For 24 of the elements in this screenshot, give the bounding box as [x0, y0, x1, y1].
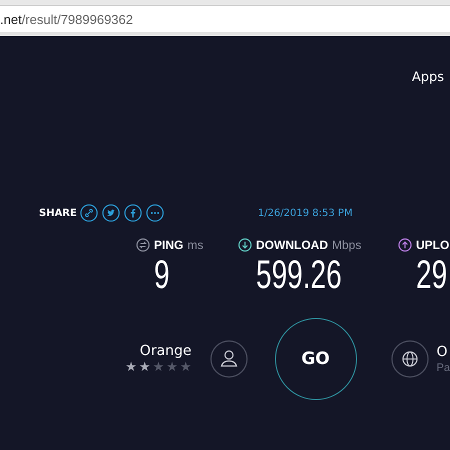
twitter-icon[interactable]: [102, 204, 120, 222]
isp-name: Orange: [140, 343, 192, 359]
metric-unit: Mbps: [332, 238, 362, 252]
metric-label: UPLO: [416, 238, 450, 252]
user-icon: [210, 340, 248, 378]
apps-link[interactable]: Apps: [412, 70, 444, 84]
result-date: 1/26/2019 8:53 PM: [258, 208, 353, 218]
server-name: O: [436, 344, 449, 360]
metric-value: 9: [154, 252, 170, 298]
facebook-icon[interactable]: [124, 204, 142, 222]
ping-icon: [136, 238, 150, 252]
share-label: SHARE: [39, 208, 77, 218]
metric-label: PING: [154, 238, 184, 252]
address-bar[interactable]: .net/result/7989969362: [0, 6, 450, 36]
metric-label: DOWNLOAD: [256, 238, 328, 252]
server-location: Pa: [436, 362, 450, 374]
more-icon[interactable]: [146, 204, 164, 222]
globe-icon: [390, 340, 429, 378]
link-icon[interactable]: [80, 204, 98, 222]
go-button[interactable]: GO: [274, 318, 357, 400]
metric-value: 29: [416, 252, 448, 298]
metric-value: 599.26: [256, 252, 342, 298]
star-rating: ★★★★★: [125, 361, 192, 375]
metric-unit: ms: [187, 238, 204, 252]
